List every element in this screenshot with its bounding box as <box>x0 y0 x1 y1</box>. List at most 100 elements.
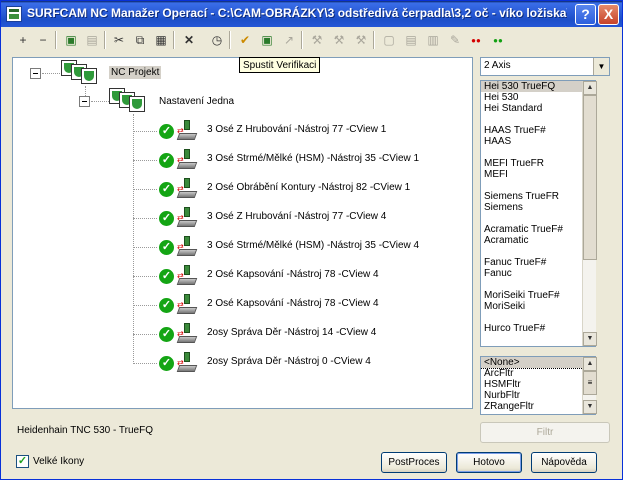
machining-operation-icon: ⇄ <box>176 207 198 229</box>
tree-connector <box>91 101 109 102</box>
operation-row[interactable]: ✓ ⇄ 3 Osé Strmé/Mělké (HSM) -Nástroj 35 -C… <box>13 149 472 171</box>
post-icon[interactable]: ▣ <box>257 30 277 50</box>
toolbar-separator <box>104 31 106 49</box>
filter-item[interactable]: <None> <box>481 357 595 369</box>
operation-label: 3 Osé Z Hrubování -Nástroj 77 -CView 4 <box>207 211 387 222</box>
postprocessor-list[interactable]: Hei 530 TrueFQ Hei 530 Hei Standard HAAS Tr… <box>480 80 596 347</box>
chevron-down-icon[interactable]: ▼ <box>593 58 609 75</box>
postprocessor-item[interactable]: Hurco TrueF# <box>481 323 595 334</box>
filter-scrollbar[interactable]: ▲ ≡ ▼ <box>582 357 597 414</box>
postprocessor-item[interactable]: MoriSeiki <box>481 301 595 312</box>
machining-operation-icon: ⇄ <box>176 265 198 287</box>
help-button[interactable]: Nápověda <box>531 452 597 473</box>
green-dots-icon[interactable]: ●● <box>487 30 509 50</box>
title-bar[interactable]: SURFCAM NC Manažer Operací - C:\CAM-OBRÁ… <box>1 1 622 27</box>
verified-check-icon: ✓ <box>159 356 174 371</box>
toolbar-separator <box>229 31 231 49</box>
operation-row[interactable]: ✓ ⇄ 3 Osé Strmé/Mělké (HSM) -Nástroj 35 -C… <box>13 236 472 258</box>
operation-row[interactable]: ✓ ⇄ 2 Osé Obrábění Kontury -Nástroj 82 -CV… <box>13 178 472 200</box>
page-icon[interactable]: ▢ <box>379 30 399 50</box>
toolbar-separator <box>55 31 57 49</box>
large-icons-checkbox[interactable]: ✓ <box>16 455 29 468</box>
page-edit-icon[interactable]: ▤ <box>401 30 421 50</box>
red-dots-icon[interactable]: ●● <box>465 30 487 50</box>
scroll-up-icon[interactable]: ▲ <box>583 81 597 95</box>
postprocessor-item[interactable]: Siemens TrueFR <box>481 191 595 202</box>
edit-disabled-icon[interactable]: ↗ <box>279 30 299 50</box>
operation-label: 3 Osé Strmé/Mělké (HSM) -Nástroj 35 -CVi… <box>207 153 420 164</box>
operation-label: 2 Osé Obrábění Kontury -Nástroj 82 -CVie… <box>207 182 411 193</box>
operation-row[interactable]: ✓ ⇄ 2osy Správa Děr -Nástroj 14 -CView 4 <box>13 323 472 345</box>
verify-icon[interactable]: ✔ <box>235 30 255 50</box>
postprocessor-item[interactable]: MoriSeiki TrueF# <box>481 290 595 301</box>
operation-row[interactable]: ✓ ⇄ 2osy Správa Děr -Nástroj 0 -CView 4 <box>13 352 472 374</box>
help-title-button[interactable]: ? <box>575 4 596 25</box>
tool-icon[interactable]: ⚒ <box>307 30 327 50</box>
nc-project-node[interactable]: NC Projekt <box>109 66 162 79</box>
add-icon[interactable]: + <box>13 30 33 50</box>
delete-icon[interactable]: ✕ <box>179 30 199 50</box>
close-button[interactable]: X <box>598 4 619 25</box>
filter-item[interactable]: NurbFltr <box>481 390 595 401</box>
postprocessor-item[interactable]: Acramatic <box>481 235 595 246</box>
toolbar-separator <box>173 31 175 49</box>
remove-icon[interactable]: − <box>33 30 53 50</box>
operations-tree[interactable]: NC Projekt Nastavení Jedna ✓ ⇄ 3 Osé Z Hru… <box>12 57 473 409</box>
postproces-button[interactable]: PostProces <box>381 452 447 473</box>
root-collapse-toggle[interactable] <box>30 68 41 79</box>
postprocessor-item[interactable]: Hei 530 <box>481 92 595 103</box>
scroll-down-icon[interactable]: ▼ <box>583 332 597 346</box>
page-tools-icon[interactable]: ▥ <box>423 30 443 50</box>
postprocessor-item[interactable]: HAAS TrueF# <box>481 125 595 136</box>
scroll-thumb[interactable] <box>583 95 597 260</box>
group-collapse-toggle[interactable] <box>79 96 90 107</box>
postprocessor-item[interactable]: Hei 530 TrueFQ <box>481 81 595 92</box>
tool3-icon[interactable]: ⚒ <box>351 30 371 50</box>
operation-label: 2 Osé Kapsování -Nástroj 78 -CView 4 <box>207 269 379 280</box>
postprocessor-item[interactable]: Hei Standard <box>481 103 595 114</box>
setup-group-node[interactable]: Nastavení Jedna <box>159 96 234 107</box>
copy-icon[interactable]: ⧉ <box>130 30 150 50</box>
tree-connector <box>133 160 157 161</box>
done-button[interactable]: Hotovo <box>456 452 522 473</box>
postprocessor-item[interactable]: Fanuc <box>481 268 595 279</box>
postprocessor-item[interactable]: MEFI <box>481 169 595 180</box>
filter-item[interactable]: ArcFltr <box>481 368 595 379</box>
postprocessor-item[interactable]: HAAS <box>481 136 595 147</box>
machining-operation-icon: ⇄ <box>176 236 198 258</box>
scroll-thumb[interactable]: ≡ <box>583 371 597 395</box>
filter-item[interactable]: ZRangeFltr <box>481 401 595 412</box>
paste-icon[interactable]: ▦ <box>151 30 171 50</box>
machining-operation-icon: ⇄ <box>176 178 198 200</box>
postprocessor-item[interactable]: Fanuc TrueF# <box>481 257 595 268</box>
postprocessor-item[interactable]: Acramatic TrueF# <box>481 224 595 235</box>
toolbar: + − ▣ ▤ ✂ ⧉ ▦ ✕ ◷ ✔ ▣ ↗ ⚒ ⚒ ⚒ ▢ ▤ ▥ ✎ ●●… <box>3 29 620 51</box>
operation-row[interactable]: ✓ ⇄ 2 Osé Kapsování -Nástroj 78 -CView 4 <box>13 265 472 287</box>
app-window: SURFCAM NC Manažer Operací - C:\CAM-OBRÁ… <box>0 0 623 480</box>
operation-row[interactable]: ✓ ⇄ 3 Osé Z Hrubování -Nástroj 77 -CView 4 <box>13 207 472 229</box>
machining-operation-icon: ⇄ <box>176 149 198 171</box>
filter-button[interactable]: Filtr <box>480 422 610 443</box>
move-operation-icon[interactable]: ▤ <box>82 30 102 50</box>
clock-icon[interactable]: ◷ <box>207 30 227 50</box>
postprocessor-item[interactable]: Siemens <box>481 202 595 213</box>
operation-row[interactable]: ✓ ⇄ 2 Osé Kapsování -Nástroj 78 -CView 4 <box>13 294 472 316</box>
postprocessor-scrollbar[interactable]: ▲ ▼ <box>582 81 597 346</box>
scroll-up-icon[interactable]: ▲ <box>583 357 597 371</box>
axis-select[interactable]: 2 Axis ▼ <box>480 57 610 76</box>
filter-item[interactable]: HSMFltr <box>481 379 595 390</box>
copy-operation-icon[interactable]: ▣ <box>61 30 81 50</box>
filter-list[interactable]: <None> ArcFltr HSMFltr NurbFltr ZRangeFltr <box>480 356 596 415</box>
toolbar-separator <box>301 31 303 49</box>
cut-icon[interactable]: ✂ <box>109 30 129 50</box>
tool2-icon[interactable]: ⚒ <box>329 30 349 50</box>
operation-row[interactable]: ✓ ⇄ 3 Osé Z Hrubování -Nástroj 77 -CView 1 <box>13 120 472 142</box>
operation-label: 2 Osé Kapsování -Nástroj 78 -CView 4 <box>207 298 379 309</box>
postprocessor-item[interactable]: MEFI TrueFR <box>481 158 595 169</box>
scroll-down-icon[interactable]: ▼ <box>583 400 597 414</box>
page-fix-icon[interactable]: ✎ <box>445 30 465 50</box>
